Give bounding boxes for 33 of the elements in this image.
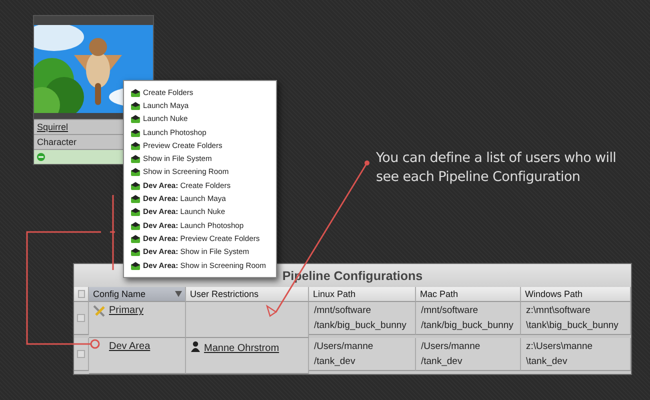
stack-icon bbox=[131, 128, 140, 137]
stack-icon bbox=[131, 262, 140, 270]
stack-icon bbox=[131, 248, 140, 256]
table-cell: /mnt/software /tank/big_buck_bunny bbox=[309, 302, 416, 335]
stack-icon bbox=[131, 222, 140, 230]
sort-icon[interactable] bbox=[175, 291, 182, 297]
stack-icon bbox=[131, 142, 140, 150]
callout-text: You can define a list of users who will see each Pipeline Configuration bbox=[376, 149, 618, 187]
person-icon bbox=[191, 341, 200, 352]
entity-name-link[interactable]: Squirrel bbox=[37, 122, 68, 132]
stack-icon bbox=[131, 182, 140, 190]
stack-icon bbox=[131, 115, 140, 124]
stack-icon bbox=[131, 88, 140, 97]
table-cell: /Users/manne /tank_dev bbox=[416, 338, 521, 371]
tools-icon bbox=[93, 305, 105, 317]
entity-type: Character bbox=[37, 137, 77, 147]
status-icon bbox=[37, 153, 45, 161]
stack-icon bbox=[131, 102, 140, 110]
config-name-link[interactable]: Primary bbox=[109, 305, 144, 316]
table-cell: z:\Users\manne \tank_dev bbox=[521, 338, 631, 371]
user-link[interactable]: Manne Ohrstrom bbox=[204, 341, 280, 356]
table-cell: /mnt/software /tank/big_buck_bunny bbox=[416, 302, 521, 335]
select-all-checkbox[interactable] bbox=[78, 290, 85, 298]
table-cell: /Users/manne /tank_dev bbox=[309, 338, 416, 371]
table-cell: z:\mnt\software \tank\big_buck_bunny bbox=[521, 302, 631, 335]
config-name-link[interactable]: Dev Area bbox=[109, 341, 150, 352]
stack-icon bbox=[131, 155, 140, 164]
stack-icon bbox=[131, 195, 140, 204]
stack-icon bbox=[131, 208, 140, 216]
stack-icon bbox=[131, 168, 140, 176]
row-checkbox[interactable] bbox=[77, 350, 85, 358]
row-checkbox[interactable] bbox=[77, 314, 85, 322]
stack-icon bbox=[131, 234, 140, 243]
